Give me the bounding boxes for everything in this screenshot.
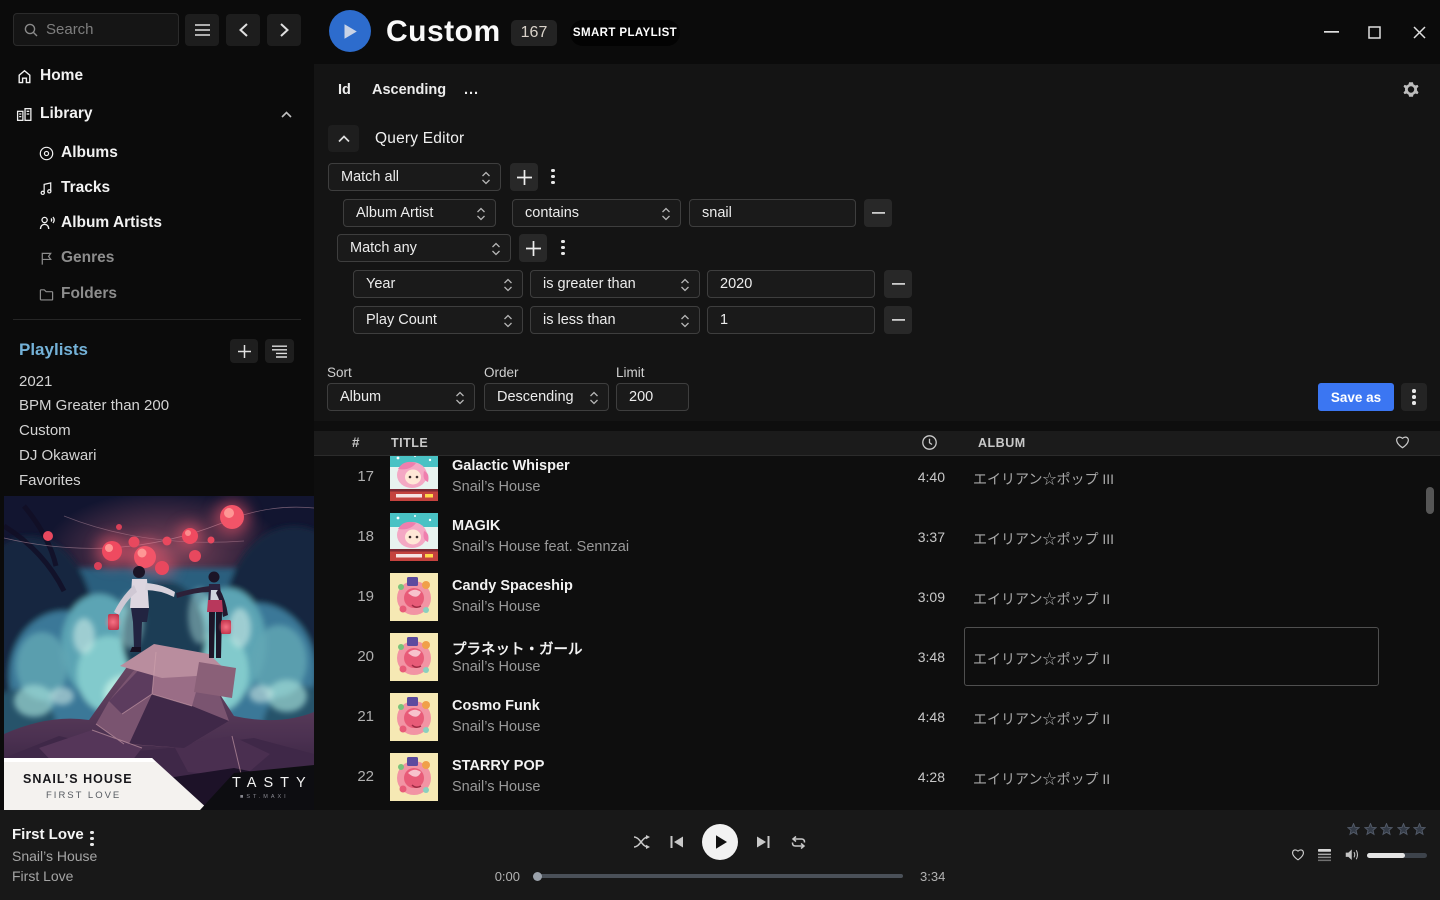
svg-text:FIRST LOVE: FIRST LOVE [46,790,121,801]
svg-text:TASTY: TASTY [232,775,313,791]
svg-text:■ST.MAXI: ■ST.MAXI [240,794,289,800]
svg-text:SNAIL’S HOUSE: SNAIL’S HOUSE [23,772,133,786]
